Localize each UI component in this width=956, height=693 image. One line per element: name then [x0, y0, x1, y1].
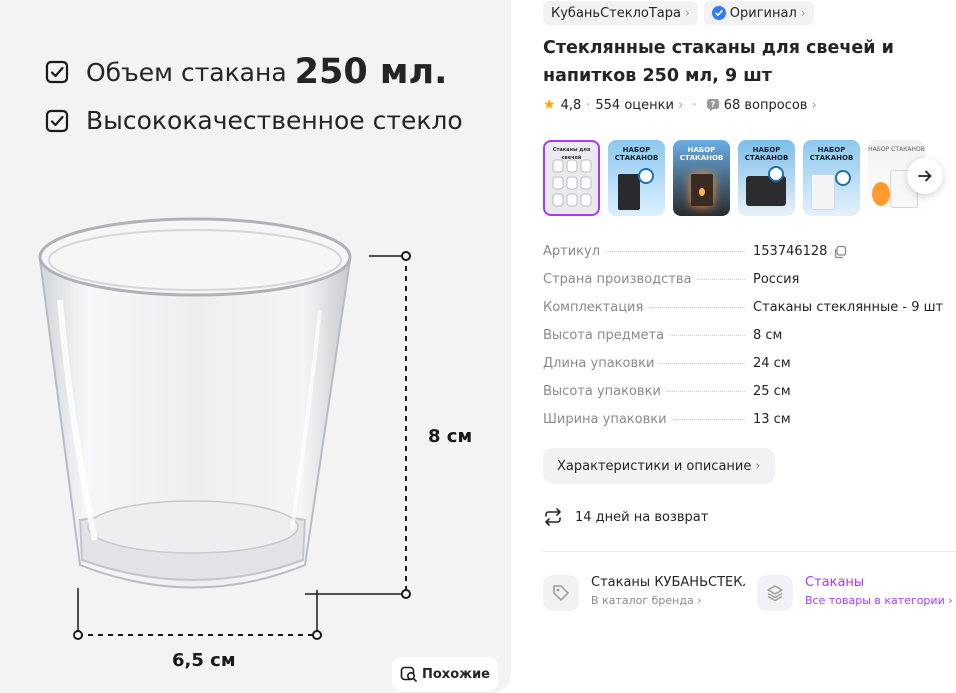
height-label: 8 см [428, 426, 473, 447]
questions-label: 68 вопросов [723, 97, 808, 113]
returns-label: 14 дней на возврат [575, 509, 709, 525]
thumbnail-caption: НАБОР СТАКАНОВ [809, 146, 854, 162]
similar-search-icon [400, 666, 417, 682]
original-chip[interactable]: Оригинал › [703, 1, 814, 25]
category-link[interactable]: Стаканы Все товары в категории › [757, 575, 953, 611]
rating-row: ★ 4,8 · 554 оценки › · ? 68 вопросов › [543, 97, 817, 113]
chevron-right-icon: › [693, 594, 702, 607]
returns-info: 14 дней на возврат [543, 507, 708, 527]
thumbnails-next-button[interactable] [907, 158, 943, 194]
thumbnail-caption: НАБОР СТАКАНОВ [614, 146, 659, 162]
spec-row: Высота упаковки 25 см [543, 384, 953, 412]
spec-row: Комплектация Стаканы стеклянные - 9 шт [543, 300, 953, 328]
chevron-right-icon: › [684, 6, 690, 20]
spec-row: Ширина упаковки 13 см [543, 412, 953, 440]
characteristics-button[interactable]: Характеристики и описание › [543, 448, 775, 484]
specs-table: Артикул 153746128 Страна производства Ро… [543, 244, 953, 440]
spec-value: 25 см [753, 384, 791, 399]
spec-value: 24 см [753, 356, 791, 371]
separator-dot: · [688, 97, 701, 113]
category-sub: Все товары в категории [805, 594, 945, 607]
chevron-right-icon: › [800, 6, 806, 20]
spec-value: 13 см [753, 412, 791, 427]
spec-value: Россия [753, 272, 800, 287]
spec-key: Комплектация [543, 300, 644, 315]
thumbnail[interactable]: НАБОР СТАКАНОВ [803, 140, 860, 216]
glass-illustration [38, 217, 411, 640]
thumbnail-caption: НАБОР СТАКАНОВ [868, 146, 925, 153]
chevron-right-icon: › [755, 458, 761, 474]
spec-key: Длина упаковки [543, 356, 655, 371]
brand-chip[interactable]: КубаньСтеклоТара › [543, 1, 698, 25]
reviews-label: 554 оценки [595, 97, 674, 113]
separator-dot: · [586, 97, 591, 113]
divider [543, 551, 956, 552]
reviews-link[interactable]: 554 оценки › [595, 98, 683, 113]
spec-value: Стаканы стеклянные - 9 шт [753, 300, 944, 315]
similar-button[interactable]: Похожие [392, 657, 498, 691]
width-label: 6,5 см [172, 650, 236, 671]
tag-icon [543, 575, 579, 611]
verified-icon [711, 6, 726, 20]
brand-chip-label: КубаньСтеклоТара [551, 5, 681, 21]
brand-title: Стаканы КУБАНЬСТЕКЛОТАРА [591, 575, 745, 590]
brand-chips: КубаньСтеклоТара › Оригинал › [543, 1, 814, 25]
original-chip-label: Оригинал [729, 5, 797, 21]
spec-value: 153746128 [753, 244, 828, 259]
thumbnail-caption: НАБОР СТАКАНОВ [744, 146, 789, 162]
similar-label: Похожие [422, 666, 490, 682]
star-icon: ★ [543, 97, 556, 113]
question-icon: ? [706, 99, 719, 112]
copy-icon[interactable] [833, 245, 847, 259]
rating-score: 4,8 [560, 97, 582, 113]
thumbnail[interactable]: НАБОР СТАКАНОВ [608, 140, 665, 216]
spec-row: Артикул 153746128 [543, 244, 953, 272]
thumbnail-strip: Стаканы для свечей НАБОР СТАКАНОВ НАБОР … [543, 140, 925, 216]
category-title: Стаканы [805, 575, 865, 590]
spec-key: Артикул [543, 244, 601, 259]
spec-key: Ширина упаковки [543, 412, 667, 427]
chevron-right-icon: › [811, 97, 817, 113]
chevron-right-icon: › [944, 594, 953, 607]
questions-link[interactable]: ? 68 вопросов › [706, 98, 817, 113]
svg-text:?: ? [710, 100, 715, 109]
brand-link[interactable]: Стаканы КУБАНЬСТЕКЛОТАРА В каталог бренд… [543, 575, 745, 611]
characteristics-label: Характеристики и описание [557, 458, 752, 474]
spec-value: 8 см [753, 328, 783, 343]
thumbnail[interactable]: Стаканы для свечей [543, 140, 600, 216]
arrow-right-icon [918, 170, 932, 182]
thumbnail[interactable]: НАБОР СТАКАНОВ [738, 140, 795, 216]
return-arrows-icon [545, 508, 561, 526]
product-page: Объем стакана 250 мл. Высококачественное… [0, 0, 956, 693]
brand-sub: В каталог бренда [591, 594, 694, 607]
product-image[interactable]: Объем стакана 250 мл. Высококачественное… [0, 0, 511, 693]
spec-row: Страна производства Россия [543, 272, 953, 300]
layers-icon [757, 575, 793, 611]
spec-key: Высота предмета [543, 328, 665, 343]
thumbnail[interactable]: НАБОР СТАКАНОВ [673, 140, 730, 216]
thumbnail-caption: НАБОР СТАКАНОВ [679, 146, 724, 162]
spec-row: Высота предмета 8 см [543, 328, 953, 356]
thumbnail-glasses [552, 159, 592, 207]
chevron-right-icon: › [673, 97, 684, 113]
product-title: Стеклянные стаканы для свечей и напитков… [543, 38, 894, 86]
spec-key: Страна производства [543, 272, 692, 287]
spec-row: Длина упаковки 24 см [543, 356, 953, 384]
spec-key: Высота упаковки [543, 384, 661, 399]
